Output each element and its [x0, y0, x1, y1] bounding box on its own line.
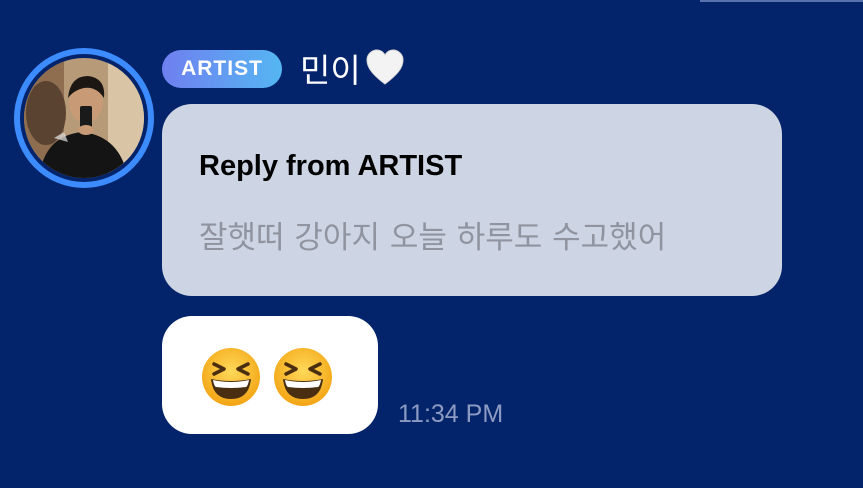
emoji-message-bubble[interactable] [162, 316, 378, 434]
reply-title: Reply from ARTIST [199, 150, 463, 182]
message-timestamp: 11:34 PM [398, 400, 504, 428]
sender-name-row: 민이 [300, 46, 405, 90]
grinning-squinting-face-icon [272, 346, 334, 408]
avatar[interactable] [14, 48, 154, 188]
grinning-squinting-face-icon [200, 346, 262, 408]
white-heart-icon [365, 49, 405, 87]
top-divider [700, 0, 863, 2]
reply-text: 잘햇떠 강아지 오늘 하루도 수고했어 [199, 220, 667, 256]
avatar-photo [24, 58, 144, 178]
reply-bubble[interactable]: Reply from ARTIST 잘햇떠 강아지 오늘 하루도 수고했어 [162, 104, 782, 296]
sender-name: 민이 [300, 51, 361, 90]
artist-badge: ARTIST [162, 50, 282, 88]
